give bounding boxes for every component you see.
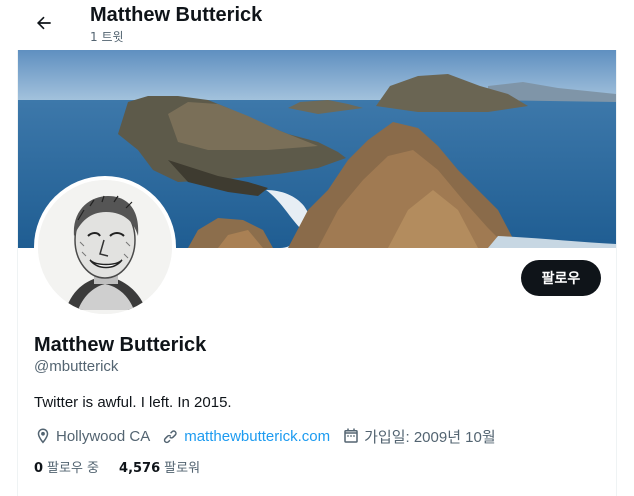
avatar[interactable] [34, 176, 176, 318]
website-item: matthewbutterick.com [162, 427, 330, 445]
joined-text: 가입일: 2009년 10월 [364, 428, 496, 446]
following-count: 0 [34, 461, 44, 476]
follow-button[interactable]: 팔로우 [521, 260, 601, 296]
location-item: Hollywood CA [34, 427, 150, 445]
arrow-left-icon [36, 16, 51, 30]
profile-handle: @mbutterick [34, 358, 119, 375]
followers-stat[interactable]: 4,576 팔로워 [119, 457, 200, 476]
header-title: Matthew Butterick [90, 4, 263, 26]
following-stat[interactable]: 0 팔로우 중 [34, 457, 99, 476]
top-bar: Matthew Butterick 1 트윗 [0, 0, 634, 50]
back-button[interactable] [28, 7, 60, 39]
profile-display-name: Matthew Butterick [34, 334, 207, 356]
link-icon [164, 430, 177, 444]
map-pin-icon [37, 428, 49, 444]
avatar-image [38, 180, 172, 314]
joined-item: 가입일: 2009년 10월 [342, 426, 496, 447]
followers-count: 4,576 [119, 461, 161, 476]
follow-stats: 0 팔로우 중 4,576 팔로워 [34, 457, 220, 476]
calendar-icon [344, 428, 358, 443]
website-link[interactable]: matthewbutterick.com [184, 428, 330, 445]
location-text: Hollywood CA [56, 427, 151, 445]
following-label: 팔로우 중 [47, 461, 100, 476]
profile-meta: Hollywood CA matthewbutterick.com 가입일: 2… [34, 426, 508, 446]
header-tweet-count: 1 트윗 [90, 30, 124, 44]
profile-bio: Twitter is awful. I left. In 2015. [34, 394, 232, 411]
followers-label: 팔로워 [164, 461, 201, 476]
